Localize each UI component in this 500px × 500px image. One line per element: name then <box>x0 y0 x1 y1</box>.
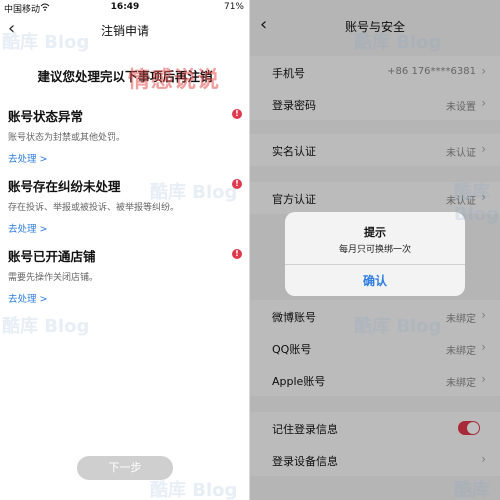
alert-message: 每月只可换绑一次 <box>338 245 411 255</box>
item-title: 账号已开通店铺 <box>8 249 96 264</box>
item-description: 需要先操作关闭店铺。 <box>8 273 99 283</box>
blog-watermark: 酷库 Blog <box>150 182 238 203</box>
pending-item-shop: 账号已开通店铺 ! 需要先操作关闭店铺。 去处理 > <box>8 246 244 305</box>
blog-watermark: 酷库 Blog <box>2 316 90 337</box>
handle-link[interactable]: 去处理 > <box>8 291 244 305</box>
confirm-button[interactable]: 确认 <box>285 272 465 289</box>
blog-watermark: 酷库 Blog <box>454 182 500 225</box>
deregistration-screen: 中国移动 16:49 71% ‹ 注销申请 建议您处理完以下事项后再注销 情感说… <box>0 0 250 500</box>
handle-link[interactable]: 去处理 > <box>8 151 244 165</box>
handle-link[interactable]: 去处理 > <box>8 221 244 235</box>
item-title: 账号状态异常 <box>8 109 84 124</box>
item-description: 账号状态为封禁或其他处罚。 <box>8 133 126 143</box>
pending-item-status: 账号状态异常 ! 账号状态为封禁或其他处罚。 去处理 > <box>8 106 244 165</box>
blog-watermark: 酷库 Blog <box>150 480 238 500</box>
alert-dialog: 提示 每月只可换绑一次 确认 <box>285 212 465 296</box>
watermark-text: 情感说说 <box>128 68 221 93</box>
clock: 16:49 <box>110 2 140 12</box>
alert-divider <box>285 264 465 265</box>
warning-icon: ! <box>232 109 242 119</box>
blog-watermark: 酷库 Blog <box>354 316 442 337</box>
account-security-screen: ‹ 账号与安全 手机号 +86 176****6381 › 登录密码 未设置 ›… <box>250 0 500 500</box>
alert-title: 提示 <box>364 226 386 239</box>
blog-watermark: 酷库 Blog <box>2 32 90 53</box>
warning-icon: ! <box>232 249 242 259</box>
blog-watermark: 酷库 Blog <box>454 480 490 500</box>
status-bar: 中国移动 16:49 71% <box>0 0 250 15</box>
battery-label: 71% <box>223 2 244 12</box>
blog-watermark: 酷库 Blog <box>354 32 442 53</box>
